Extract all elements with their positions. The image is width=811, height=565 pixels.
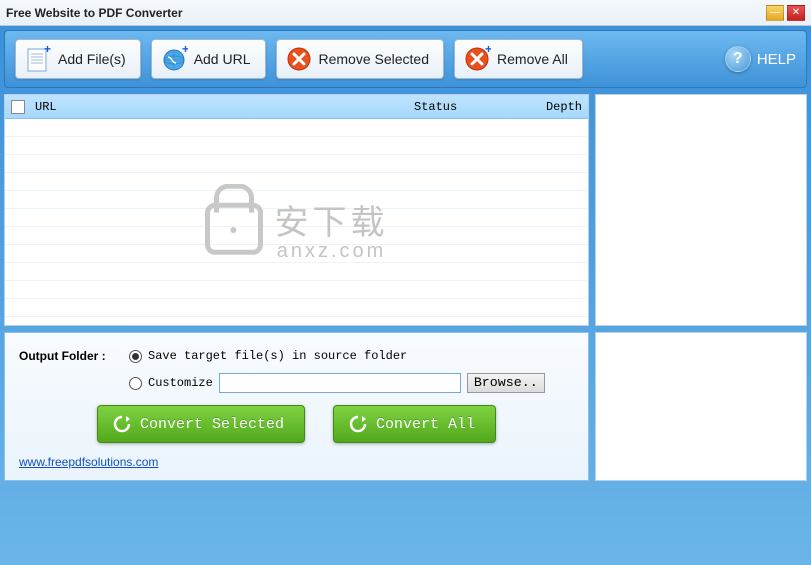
refresh-icon bbox=[348, 414, 368, 434]
remove-selected-icon bbox=[285, 45, 313, 73]
middle-row: URL Status Depth 安下载 anxz.com bbox=[4, 94, 807, 326]
list-header: URL Status Depth bbox=[5, 95, 588, 119]
column-status[interactable]: Status bbox=[414, 100, 512, 114]
refresh-icon bbox=[112, 414, 132, 434]
list-body[interactable]: 安下载 anxz.com bbox=[5, 119, 588, 325]
watermark: 安下载 anxz.com bbox=[205, 195, 389, 263]
column-depth[interactable]: Depth bbox=[522, 100, 582, 114]
window-controls: — ✕ bbox=[766, 5, 805, 21]
window-title: Free Website to PDF Converter bbox=[6, 6, 766, 20]
help-label: HELP bbox=[757, 51, 796, 68]
window-frame: Free Website to PDF Converter — ✕ + Add … bbox=[0, 0, 811, 565]
customize-path-input[interactable] bbox=[219, 373, 461, 393]
help-icon: ? bbox=[725, 46, 751, 72]
remove-selected-button[interactable]: Remove Selected bbox=[276, 39, 445, 79]
svg-text:+: + bbox=[182, 45, 188, 56]
output-folder-label: Output Folder : bbox=[19, 349, 123, 363]
preview-panel bbox=[595, 94, 807, 326]
watermark-cn: 安下载 bbox=[275, 195, 389, 244]
column-url[interactable]: URL bbox=[35, 100, 404, 114]
client-area: + Add File(s) + Add URL Remove Selected … bbox=[0, 26, 811, 565]
remove-all-button[interactable]: + Remove All bbox=[454, 39, 583, 79]
side-fill-panel bbox=[595, 332, 807, 481]
help-button[interactable]: ? HELP bbox=[725, 46, 796, 72]
convert-selected-button[interactable]: Convert Selected bbox=[97, 405, 305, 443]
convert-all-label: Convert All bbox=[376, 416, 475, 433]
svg-text:+: + bbox=[44, 45, 51, 56]
radio-save-source[interactable] bbox=[129, 350, 142, 363]
convert-all-button[interactable]: Convert All bbox=[333, 405, 496, 443]
remove-all-icon: + bbox=[463, 45, 491, 73]
bottom-row: Output Folder : Save target file(s) in s… bbox=[4, 332, 807, 481]
add-url-label: Add URL bbox=[194, 51, 251, 67]
browse-button[interactable]: Browse.. bbox=[467, 373, 545, 393]
minimize-button[interactable]: — bbox=[766, 5, 784, 21]
convert-selected-label: Convert Selected bbox=[140, 416, 284, 433]
output-panel: Output Folder : Save target file(s) in s… bbox=[4, 332, 589, 481]
svg-text:+: + bbox=[485, 45, 491, 56]
select-all-checkbox[interactable] bbox=[11, 100, 25, 114]
lock-icon bbox=[205, 203, 263, 255]
titlebar: Free Website to PDF Converter — ✕ bbox=[0, 0, 811, 26]
remove-selected-label: Remove Selected bbox=[319, 51, 430, 67]
radio-customize[interactable] bbox=[129, 377, 142, 390]
toolbar: + Add File(s) + Add URL Remove Selected … bbox=[4, 30, 807, 88]
vendor-link[interactable]: www.freepdfsolutions.com bbox=[19, 455, 158, 469]
add-url-icon: + bbox=[160, 45, 188, 73]
radio-save-source-label: Save target file(s) in source folder bbox=[148, 349, 407, 363]
add-files-button[interactable]: + Add File(s) bbox=[15, 39, 141, 79]
add-files-icon: + bbox=[24, 45, 52, 73]
add-url-button[interactable]: + Add URL bbox=[151, 39, 266, 79]
watermark-domain: anxz.com bbox=[277, 240, 387, 263]
add-files-label: Add File(s) bbox=[58, 51, 126, 67]
radio-customize-label: Customize bbox=[148, 376, 213, 390]
url-list-panel: URL Status Depth 安下载 anxz.com bbox=[4, 94, 589, 326]
remove-all-label: Remove All bbox=[497, 51, 568, 67]
close-button[interactable]: ✕ bbox=[787, 5, 805, 21]
